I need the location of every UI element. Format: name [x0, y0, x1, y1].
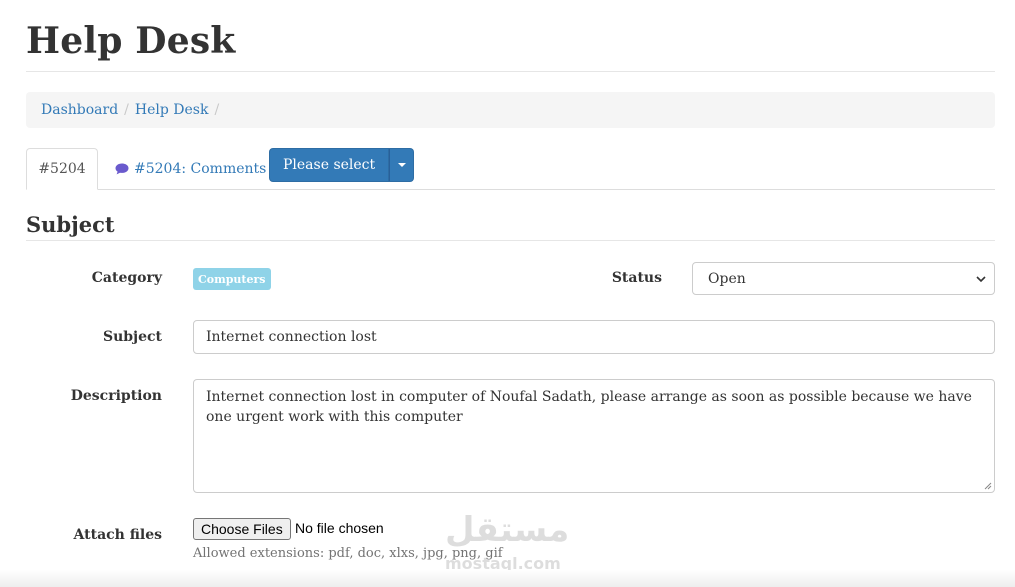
- status-label: Status: [611, 270, 662, 286]
- attach-files-label: Attach files: [73, 527, 162, 543]
- description-text: Internet connection lost in computer of …: [206, 389, 972, 425]
- tab-ticket[interactable]: #5204: [26, 148, 98, 190]
- dropdown-toggle-button[interactable]: [389, 148, 415, 182]
- caret-down-icon: [397, 163, 406, 167]
- comment-icon: [115, 163, 129, 175]
- section-divider: [26, 240, 995, 241]
- breadcrumb: Dashboard / Help Desk /: [26, 92, 995, 128]
- title-divider: [26, 71, 995, 72]
- breadcrumb-help-desk[interactable]: Help Desk: [135, 102, 209, 118]
- action-dropdown: Please select: [269, 148, 415, 182]
- breadcrumb-separator: /: [124, 102, 129, 118]
- tab-comments[interactable]: #5204: Comments: [115, 148, 266, 190]
- please-select-button[interactable]: Please select: [269, 148, 390, 182]
- tab-comments-label: #5204: Comments: [134, 161, 267, 177]
- breadcrumb-dashboard[interactable]: Dashboard: [41, 102, 118, 118]
- choose-files-button[interactable]: Choose Files: [193, 518, 291, 540]
- category-badge: Computers: [193, 268, 271, 290]
- chevron-down-icon: [976, 276, 986, 283]
- description-textarea[interactable]: Internet connection lost in computer of …: [193, 379, 995, 493]
- breadcrumb-separator: /: [214, 102, 220, 118]
- resize-handle-icon[interactable]: [984, 482, 992, 490]
- file-status-text: No file chosen: [295, 520, 384, 536]
- subject-label: Subject: [102, 329, 162, 345]
- status-select-value: Open: [708, 270, 746, 287]
- watermark-arabic: مستقل: [445, 510, 570, 550]
- subject-input[interactable]: Internet connection lost: [193, 320, 995, 354]
- watermark: مستقل mostaql.com: [445, 510, 575, 576]
- status-select[interactable]: Open: [692, 262, 995, 295]
- section-title: Subject: [26, 212, 115, 237]
- description-label: Description: [70, 388, 162, 404]
- category-label: Category: [91, 270, 162, 286]
- bottom-shadow: [0, 570, 1015, 587]
- page-title: Help Desk: [26, 20, 236, 62]
